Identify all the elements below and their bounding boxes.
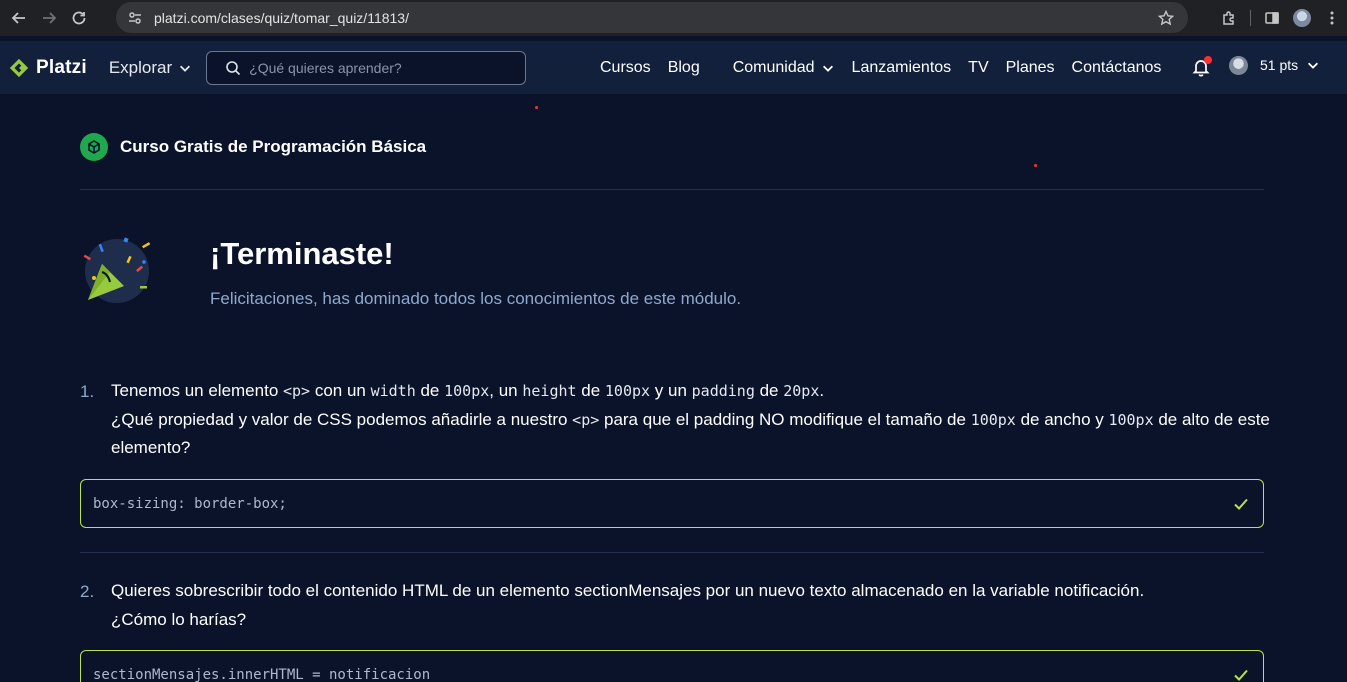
platzi-logo-icon (9, 58, 29, 77)
answer-text: box-sizing: border-box; (93, 495, 287, 512)
check-icon (1234, 498, 1248, 510)
extensions-icon[interactable] (1214, 3, 1244, 33)
points-value: 51 pts (1260, 57, 1299, 73)
answer-option-correct[interactable]: sectionMensajes.innerHTML = notificacion (80, 650, 1264, 682)
course-badge-icon (80, 133, 108, 161)
nav-planes[interactable]: Planes (1006, 59, 1055, 77)
toolbar-divider (1250, 10, 1251, 26)
course-title[interactable]: Curso Gratis de Programación Básica (120, 137, 426, 157)
bookmark-star-icon[interactable] (1158, 10, 1174, 26)
nav-lanzamientos[interactable]: Lanzamientos (852, 59, 952, 77)
nav-comunidad-label: Comunidad (732, 58, 815, 76)
explorar-dropdown[interactable]: Explorar (109, 58, 192, 78)
address-bar[interactable]: platzi.com/clases/quiz/tomar_quiz/11813/ (116, 2, 1188, 33)
answer-text: sectionMensajes.innerHTML = notificacion (93, 666, 431, 682)
nav-blog[interactable]: Blog (668, 59, 700, 77)
nav-comunidad[interactable]: Comunidad (733, 59, 835, 77)
question-text: Quieres sobrescribir todo el contenido H… (111, 581, 1145, 629)
points-menu[interactable]: 51 pts (1260, 57, 1320, 73)
logo-text: Platzi (36, 56, 87, 78)
nav-cursos[interactable]: Cursos (600, 59, 651, 77)
completion-subtitle: Felicitaciones, has dominado todos los c… (210, 289, 742, 308)
question-number: 2. (80, 582, 95, 601)
kebab-menu-icon[interactable] (1317, 3, 1347, 33)
course-header: Curso Gratis de Programación Básica (80, 133, 426, 161)
notification-dot (1204, 56, 1212, 64)
reload-icon[interactable] (64, 3, 94, 33)
side-panel-icon[interactable] (1257, 3, 1287, 33)
site-header: Platzi Explorar Cursos Blog Comunidad La… (0, 41, 1347, 94)
chevron-down-icon (1308, 62, 1319, 69)
answer-option-correct[interactable]: box-sizing: border-box; (80, 479, 1264, 528)
search-box[interactable] (206, 50, 527, 85)
completion-title: ¡Terminaste! (210, 236, 394, 271)
site-settings-icon[interactable] (127, 10, 143, 26)
forward-icon[interactable] (34, 3, 64, 33)
explorar-label: Explorar (108, 57, 173, 77)
notifications-bell-icon[interactable] (1191, 56, 1212, 77)
url-text[interactable]: platzi.com/clases/quiz/tomar_quiz/11813/ (154, 10, 409, 26)
question-text: Tenemos un elemento <p> con un width de … (111, 381, 1270, 457)
party-popper-icon (83, 237, 151, 303)
back-icon[interactable] (4, 3, 34, 33)
question-number: 1. (80, 382, 95, 401)
nav-contactanos[interactable]: Contáctanos (1072, 59, 1162, 77)
red-dot-decoration (1034, 164, 1037, 167)
chevron-down-icon (180, 65, 191, 72)
divider (80, 552, 1264, 553)
search-input[interactable] (249, 59, 510, 76)
divider (80, 189, 1264, 190)
check-icon (1234, 669, 1248, 681)
chevron-down-icon (822, 65, 833, 72)
red-dot-decoration (535, 106, 538, 109)
nav-tv[interactable]: TV (968, 59, 988, 77)
user-avatar[interactable] (1229, 56, 1248, 75)
main-nav: Cursos Blog Comunidad Lanzamientos TV Pl… (600, 41, 1161, 94)
search-icon (226, 60, 241, 75)
browser-toolbar: platzi.com/clases/quiz/tomar_quiz/11813/ (0, 0, 1347, 36)
platzi-logo[interactable]: Platzi (8, 57, 87, 79)
profile-avatar[interactable] (1287, 3, 1317, 33)
